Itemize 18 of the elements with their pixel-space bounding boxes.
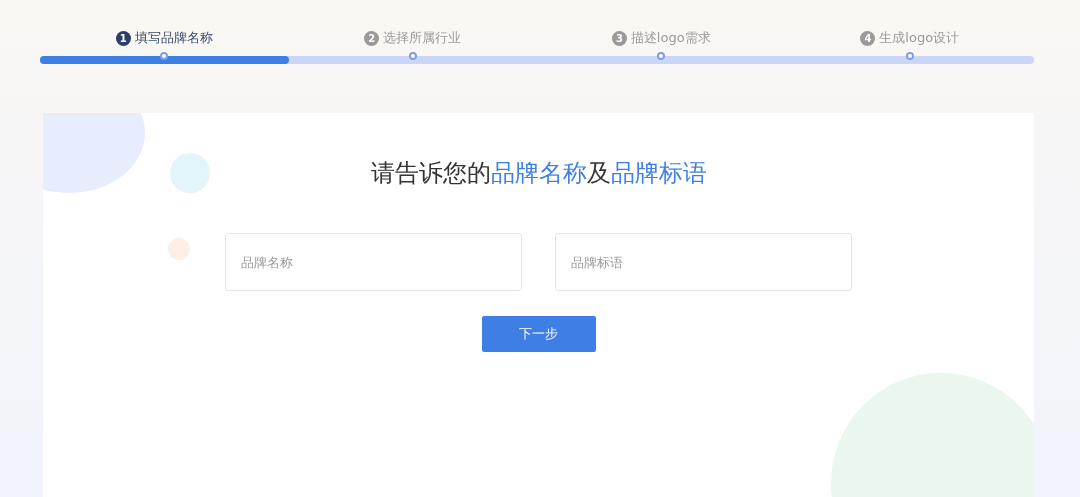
next-button[interactable]: 下一步 <box>481 316 596 352</box>
text-input-field[interactable]: 品牌名称 <box>225 233 522 291</box>
decorative-circle <box>168 238 190 260</box>
step-label: 填写品牌名称 <box>134 29 213 48</box>
step-label: 生成logo设计 <box>879 29 960 48</box>
step-number: 3 <box>611 30 627 46</box>
step-number: 4 <box>860 30 876 46</box>
step-dot <box>657 52 666 60</box>
step-dot <box>408 52 417 60</box>
step-label: 描述logo需求 <box>630 29 711 48</box>
step-number: 2 <box>364 30 380 46</box>
step-dot <box>905 52 914 60</box>
form-heading: 请告诉您的品牌名称及品牌标语 <box>370 159 707 188</box>
step-dot <box>160 52 169 60</box>
step-label: 选择所属行业 <box>383 29 462 48</box>
decorative-circle <box>170 153 210 193</box>
text-input-field[interactable]: 品牌标语 <box>555 233 852 291</box>
step-number: 1 <box>115 30 131 46</box>
